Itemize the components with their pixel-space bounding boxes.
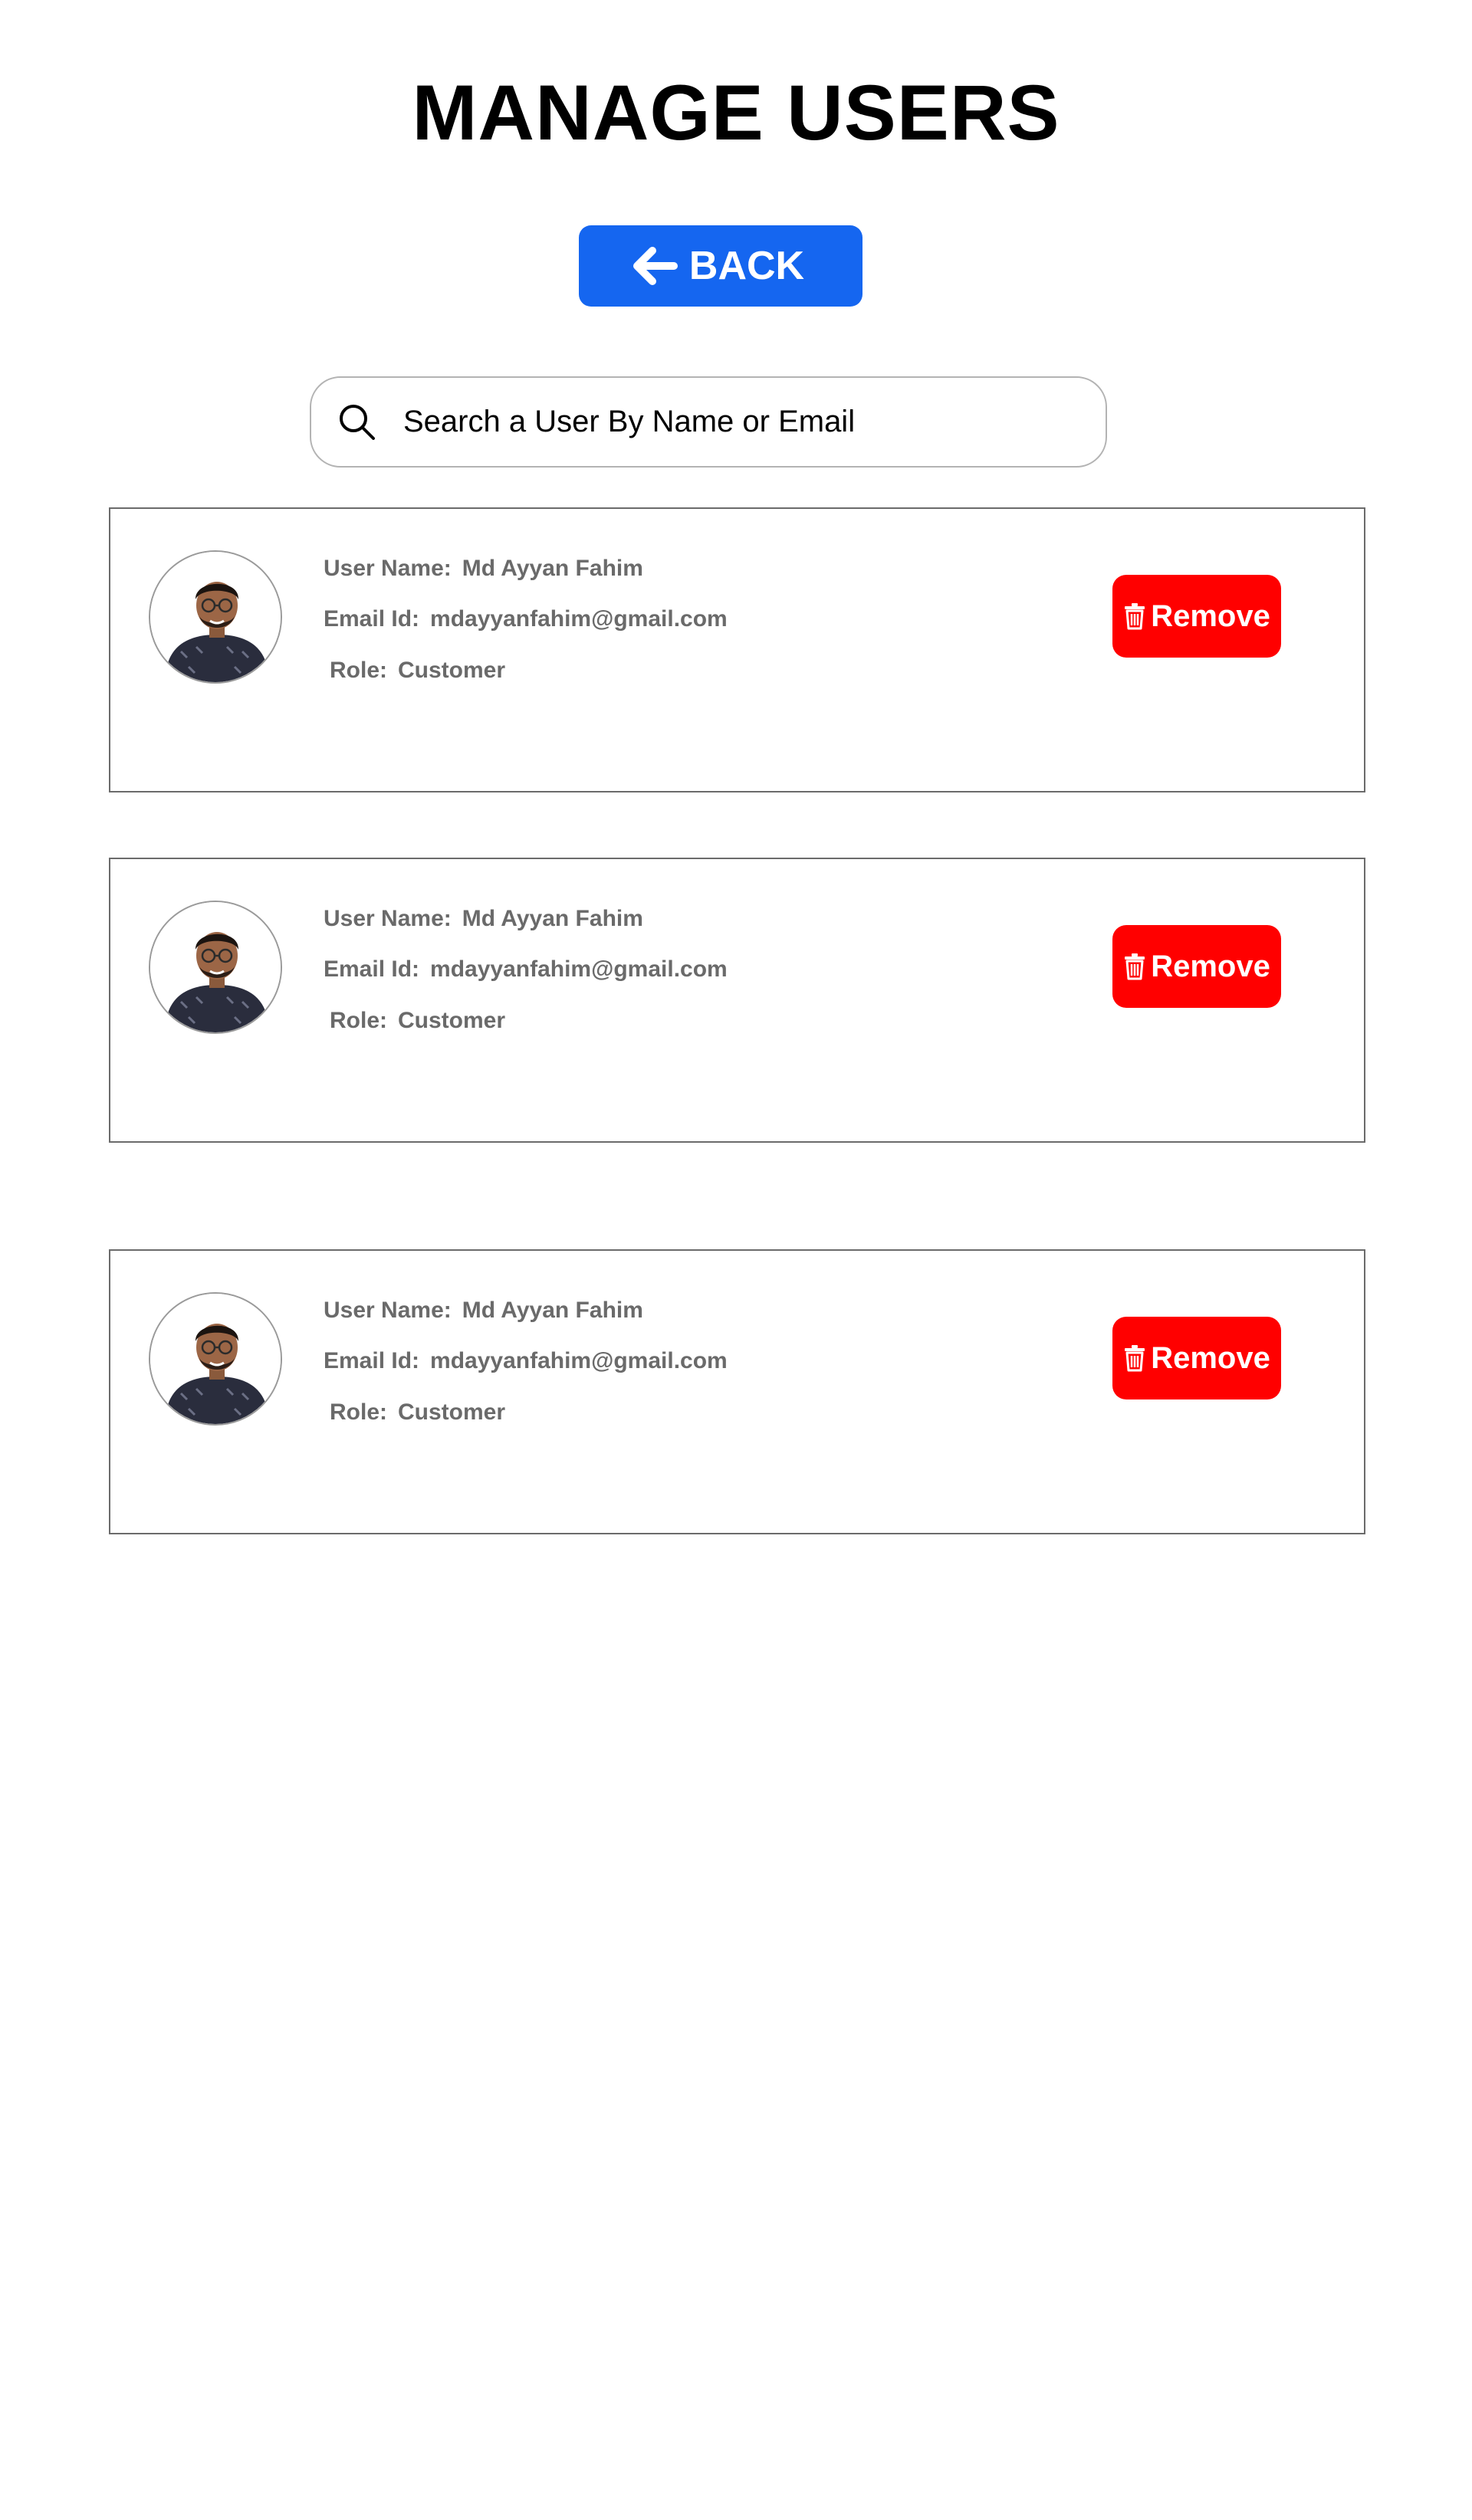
avatar: [149, 1292, 282, 1426]
trash-icon: [1123, 953, 1146, 980]
user-name-row: User Name: Md Ayyan Fahim: [324, 905, 643, 933]
user-role-value: Customer: [398, 658, 506, 683]
remove-user-button[interactable]: Remove: [1112, 1317, 1281, 1399]
user-role-value: Customer: [398, 1399, 506, 1425]
manage-users-page: MANAGE USERS BACK Search a User By Name …: [0, 0, 1472, 2520]
user-email-value: mdayyanfahim@gmail.com: [430, 606, 728, 632]
user-name-row: User Name: Md Ayyan Fahim: [324, 1297, 643, 1324]
user-name-label: User Name:: [324, 1298, 452, 1323]
user-card: User Name: Md Ayyan Fahim Email Id: mdayya…: [109, 1249, 1365, 1534]
remove-user-button[interactable]: Remove: [1112, 925, 1281, 1008]
user-email-label: Email Id:: [324, 1348, 420, 1373]
trash-icon: [1123, 1344, 1146, 1372]
remove-button-label: Remove: [1151, 1341, 1270, 1375]
user-name-label: User Name:: [324, 556, 452, 581]
user-email-value: mdayyanfahim@gmail.com: [430, 1348, 728, 1373]
page-title: MANAGE USERS: [412, 69, 1060, 156]
search-input[interactable]: [403, 405, 1078, 439]
user-name-label: User Name:: [324, 906, 452, 931]
user-role-label: Role:: [330, 658, 387, 683]
user-email-row: Email Id: mdayyanfahim@gmail.com: [324, 956, 728, 983]
user-name-value: Md Ayyan Fahim: [462, 1298, 643, 1323]
arrow-left-icon: [631, 246, 678, 286]
back-button-label: BACK: [688, 244, 805, 288]
trash-icon: [1123, 602, 1146, 630]
search-icon: [337, 402, 377, 442]
remove-button-label: Remove: [1151, 599, 1270, 633]
user-name-value: Md Ayyan Fahim: [462, 906, 643, 931]
avatar: [149, 550, 282, 684]
user-role-label: Role:: [330, 1008, 387, 1033]
search-box: [310, 376, 1107, 468]
remove-button-label: Remove: [1151, 950, 1270, 983]
user-name-value: Md Ayyan Fahim: [462, 556, 643, 581]
user-email-row: Email Id: mdayyanfahim@gmail.com: [324, 605, 728, 633]
user-role-value: Customer: [398, 1008, 506, 1033]
user-role-row: Role: Customer: [330, 1007, 505, 1035]
user-card: User Name: Md Ayyan Fahim Email Id: mdayya…: [109, 507, 1365, 792]
user-role-row: Role: Customer: [330, 657, 505, 684]
back-button[interactable]: BACK: [579, 225, 863, 307]
user-role-row: Role: Customer: [330, 1399, 505, 1426]
avatar: [149, 901, 282, 1034]
user-email-row: Email Id: mdayyanfahim@gmail.com: [324, 1347, 728, 1375]
remove-user-button[interactable]: Remove: [1112, 575, 1281, 658]
user-card: User Name: Md Ayyan Fahim Email Id: mdayya…: [109, 858, 1365, 1143]
user-name-row: User Name: Md Ayyan Fahim: [324, 555, 643, 582]
user-email-value: mdayyanfahim@gmail.com: [430, 956, 728, 982]
user-email-label: Email Id:: [324, 606, 420, 632]
user-role-label: Role:: [330, 1399, 387, 1425]
user-email-label: Email Id:: [324, 956, 420, 982]
